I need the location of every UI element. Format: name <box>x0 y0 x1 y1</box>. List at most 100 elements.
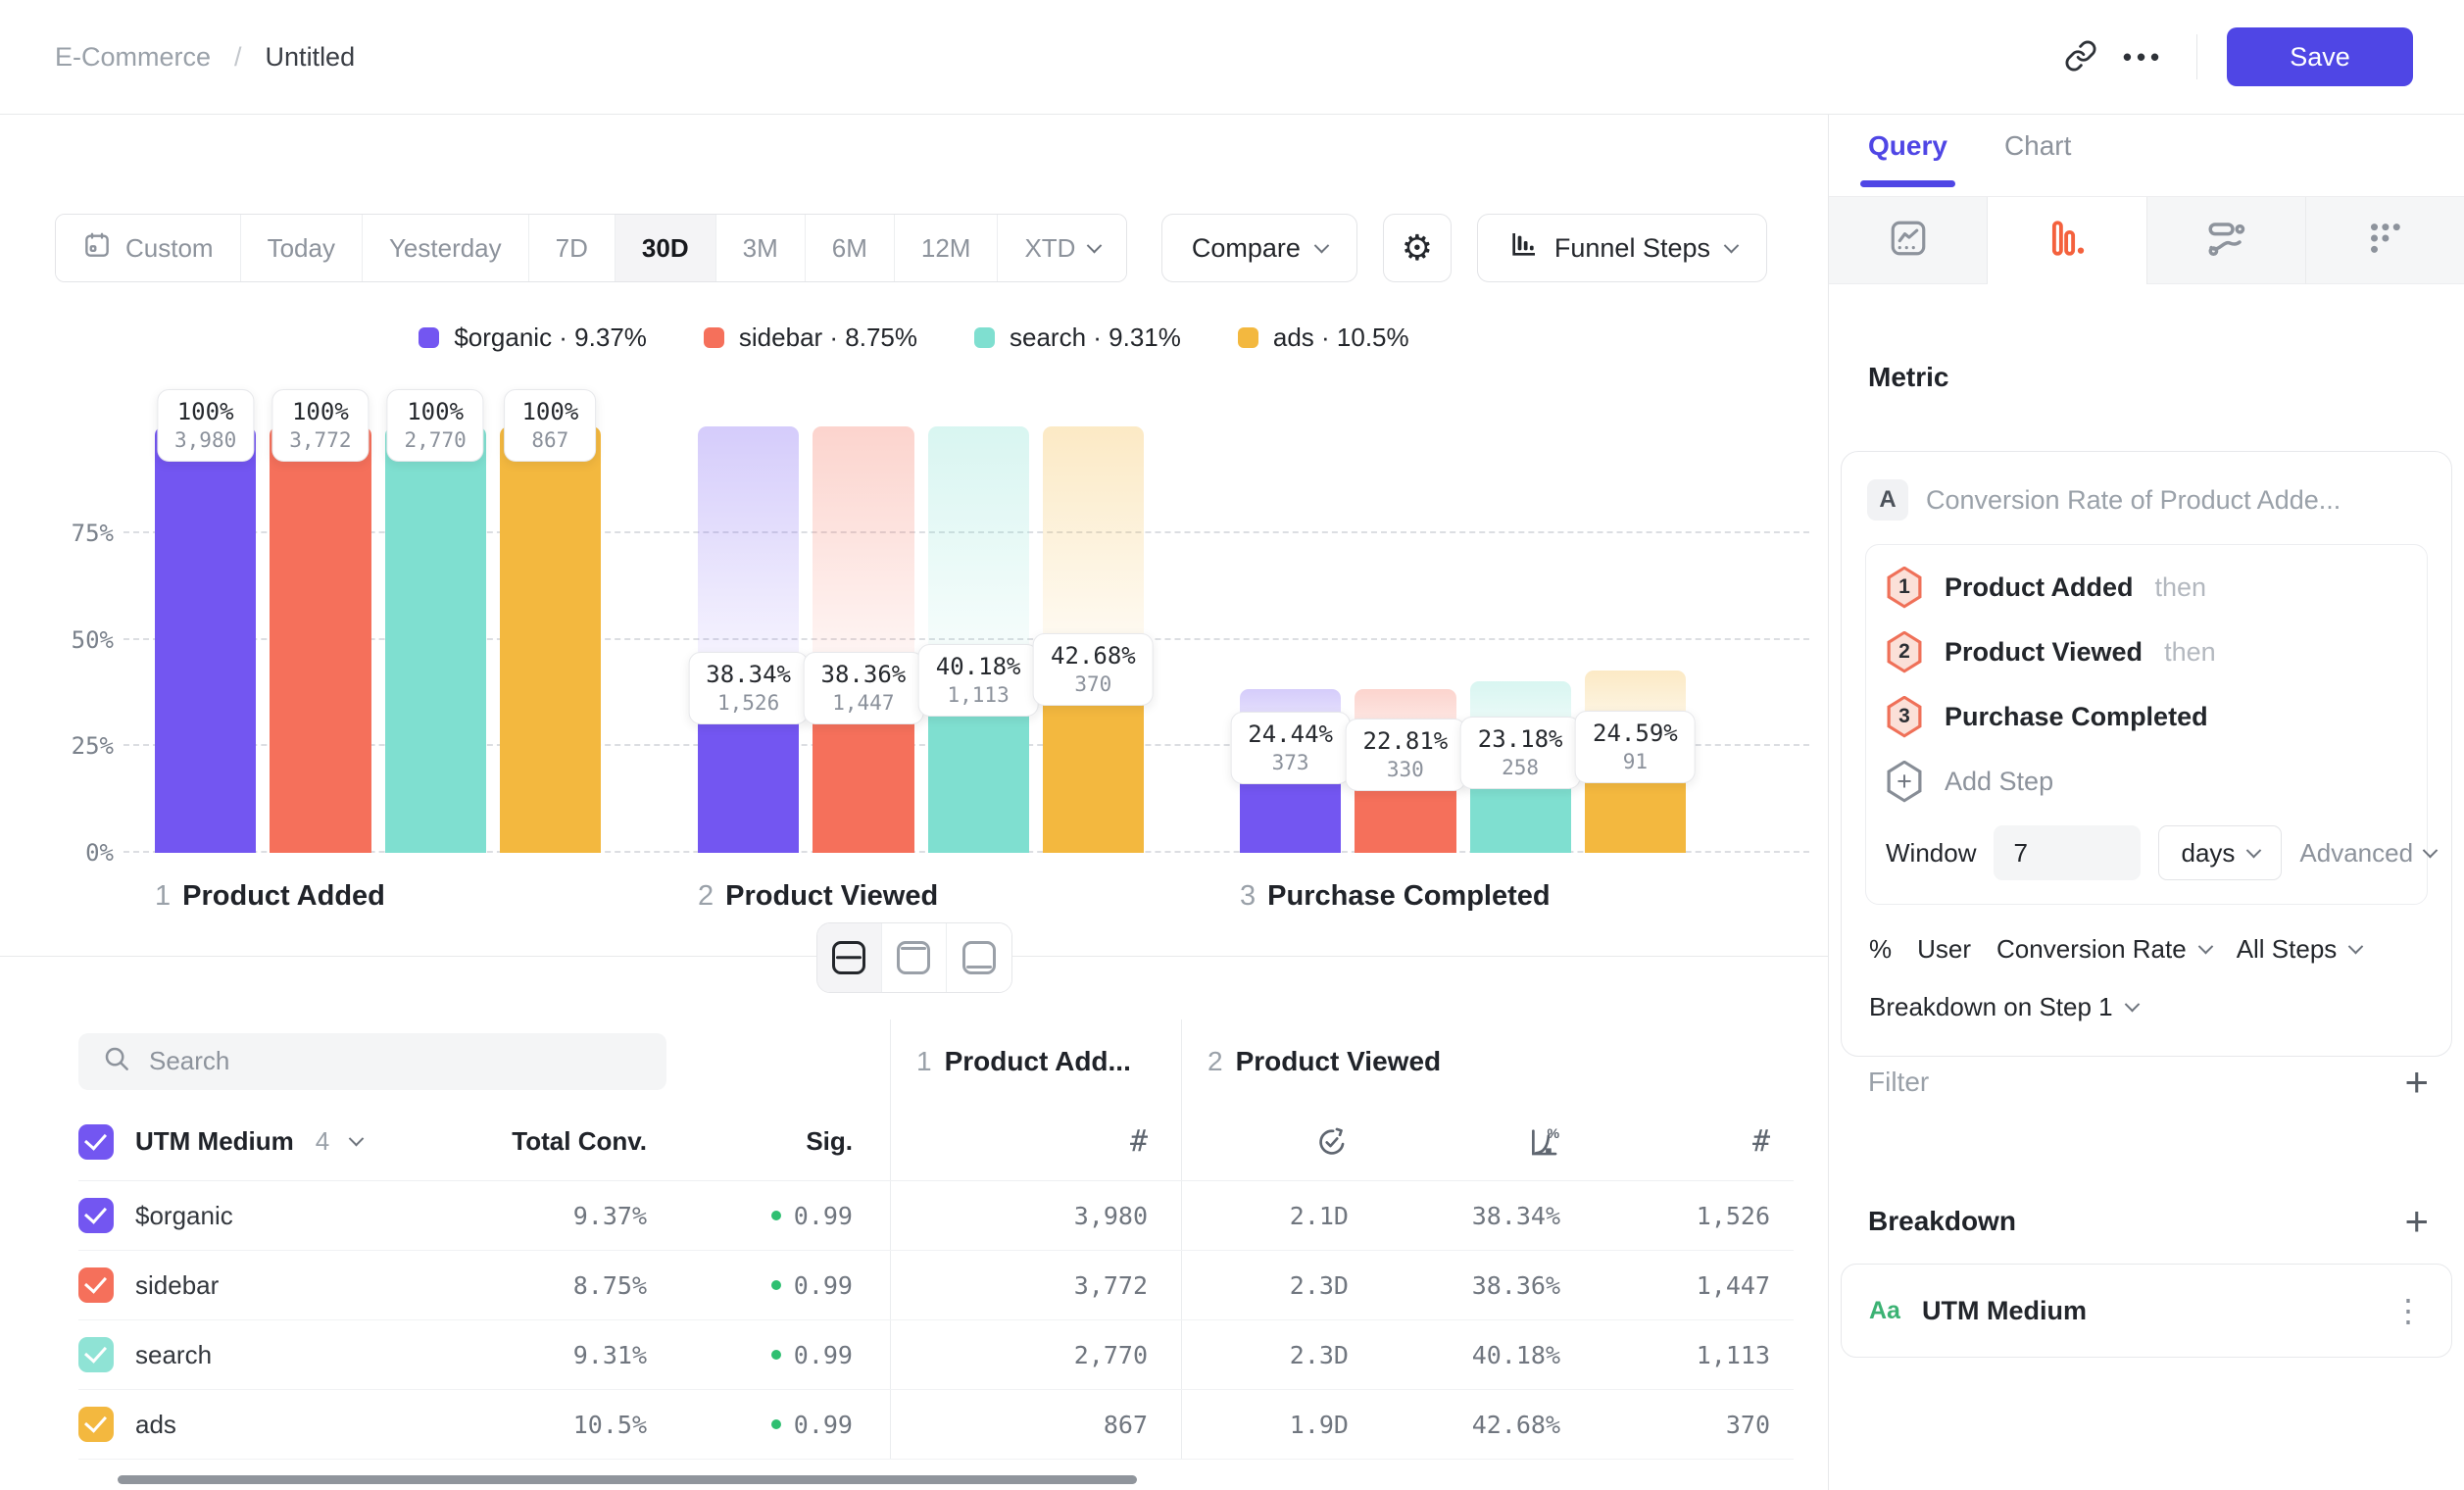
count-column-icon[interactable]: # <box>890 1103 1181 1180</box>
row-step1-count: 3,980 <box>890 1181 1181 1250</box>
breadcrumb-parent[interactable]: E-Commerce <box>55 42 211 73</box>
legend-label: $organic · 9.37% <box>454 323 647 353</box>
conv-rate-column-icon[interactable]: % <box>1372 1103 1588 1180</box>
funnel-bar-search[interactable]: 40.18%1,113 <box>928 422 1029 853</box>
measure-scope-select[interactable]: All Steps <box>2237 934 2362 965</box>
funnel-bar-search[interactable]: 23.18%258 <box>1470 422 1571 853</box>
compare-button[interactable]: Compare <box>1161 214 1357 282</box>
funnel-bar-ads[interactable]: 100%867 <box>500 422 601 853</box>
share-link-button[interactable] <box>2049 25 2112 88</box>
layout-toggle <box>816 922 1012 993</box>
row-checkbox[interactable] <box>78 1267 114 1303</box>
tab-chart[interactable]: Chart <box>2004 130 2071 187</box>
row-checkbox[interactable] <box>78 1337 114 1372</box>
funnel-bar-organic[interactable]: 24.44%373 <box>1240 422 1341 853</box>
chart-type-funnel[interactable] <box>1988 197 2146 284</box>
window-value-input[interactable] <box>1994 825 2141 880</box>
table-row-ads[interactable]: ads10.5%0.998671.9D42.68%370 <box>78 1390 1794 1460</box>
range-xtd[interactable]: XTD <box>998 215 1126 281</box>
table-row-sidebar[interactable]: sidebar8.75%0.993,7722.3D38.36%1,447 <box>78 1251 1794 1320</box>
metric-step-2[interactable]: 2Product Viewedthen <box>1886 620 2407 684</box>
chart-settings-button[interactable]: ⚙ <box>1383 214 1452 282</box>
range-30d[interactable]: 30D <box>616 215 716 281</box>
row-checkbox[interactable] <box>78 1198 114 1233</box>
tab-query[interactable]: Query <box>1868 130 1947 187</box>
table-row-organic[interactable]: $organic9.37%0.993,9802.1D38.34%1,526 <box>78 1181 1794 1251</box>
add-breakdown-button[interactable]: + <box>2404 1201 2429 1242</box>
funnel-bar-sidebar[interactable]: 22.81%330 <box>1355 422 1455 853</box>
sig-column-header[interactable]: Sig. <box>647 1103 890 1180</box>
funnel-bar-ads[interactable]: 42.68%370 <box>1043 422 1144 853</box>
item-menu-icon[interactable]: ⋮ <box>2392 1292 2424 1329</box>
funnel-bar-organic[interactable]: 38.34%1,526 <box>698 422 799 853</box>
breakdown-on-step-select[interactable]: Breakdown on Step 1 <box>1865 965 2428 1044</box>
total-conv-column-header[interactable]: Total Conv. <box>470 1103 647 1180</box>
add-filter-button[interactable]: + <box>2404 1062 2429 1103</box>
breakdown-item-card[interactable]: AaUTM Medium⋮ <box>1841 1264 2452 1358</box>
group-step-label: Product Add... <box>945 1046 1131 1077</box>
legend-label: ads · 10.5% <box>1273 323 1409 353</box>
funnel-bar-sidebar[interactable]: 38.36%1,447 <box>813 422 913 853</box>
range-yesterday[interactable]: Yesterday <box>363 215 529 281</box>
row-checkbox[interactable] <box>78 1407 114 1442</box>
measure-metric-select[interactable]: Conversion Rate <box>1996 934 2211 965</box>
funnel-bar-organic[interactable]: 100%3,980 <box>155 422 256 853</box>
range-custom[interactable]: Custom <box>56 215 241 281</box>
metric-step-1[interactable]: 1Product Addedthen <box>1886 555 2407 620</box>
legend-swatch <box>974 327 995 348</box>
link-icon <box>2064 39 2097 75</box>
chevron-down-icon[interactable] <box>349 1131 365 1147</box>
group-step-number: 1 <box>916 1046 932 1077</box>
more-options-button[interactable]: ••• <box>2112 25 2175 88</box>
avg-time-column-icon[interactable] <box>1181 1103 1372 1180</box>
legend-item-ads[interactable]: ads · 10.5% <box>1238 323 1409 353</box>
horizontal-scrollbar[interactable] <box>118 1475 1137 1484</box>
breakdown-property-label: UTM Medium <box>1922 1296 2087 1326</box>
converted-users-bar <box>270 426 370 853</box>
layout-chart-only-button[interactable] <box>882 923 947 992</box>
metric-card: A Conversion Rate of Product Adde... 1Pr… <box>1841 451 2452 1057</box>
search-input[interactable] <box>149 1046 643 1076</box>
count-column-icon[interactable]: # <box>1588 1103 1794 1180</box>
range-12m[interactable]: 12M <box>895 215 999 281</box>
breakdown-column-label[interactable]: UTM Medium <box>135 1126 294 1157</box>
chart-type-cohort[interactable] <box>2306 197 2464 284</box>
chart-type-flow[interactable] <box>2147 197 2306 284</box>
range-today[interactable]: Today <box>241 215 363 281</box>
legend-item-sidebar[interactable]: sidebar · 8.75% <box>704 323 917 353</box>
funnel-definition-card: 1Product Addedthen2Product Viewedthen3Pu… <box>1865 544 2428 905</box>
search-box[interactable] <box>78 1033 666 1090</box>
funnel-bar-search[interactable]: 100%2,770 <box>385 422 486 853</box>
layout-table-only-button[interactable] <box>947 923 1011 992</box>
chevron-down-icon <box>2197 939 2213 955</box>
advanced-toggle[interactable]: Advanced <box>2299 838 2436 869</box>
legend-item-search[interactable]: search · 9.31% <box>974 323 1181 353</box>
funnel-bar-ads[interactable]: 24.59%91 <box>1585 422 1686 853</box>
save-button[interactable]: Save <box>2227 27 2413 86</box>
breadcrumb-current[interactable]: Untitled <box>266 42 356 73</box>
bar-tooltip: 24.44%373 <box>1230 712 1351 784</box>
add-step-button[interactable]: + Add Step <box>1886 749 2407 814</box>
row-label: search <box>135 1340 212 1370</box>
measure-entity[interactable]: User <box>1917 934 1971 965</box>
layout-split-button[interactable] <box>817 923 882 992</box>
range-3m[interactable]: 3M <box>716 215 806 281</box>
window-unit-select[interactable]: days <box>2158 825 2282 880</box>
range-6m[interactable]: 6M <box>806 215 895 281</box>
metric-step-3[interactable]: 3Purchase Completed <box>1886 684 2407 749</box>
analysis-canvas: CustomTodayYesterday7D30D3M6M12MXTD Comp… <box>0 115 1829 1490</box>
breadcrumb: E-Commerce / Untitled <box>55 42 355 73</box>
bar-tooltip: 23.18%258 <box>1460 717 1581 789</box>
metric-title-row[interactable]: A Conversion Rate of Product Adde... <box>1867 479 2426 521</box>
tab-query-label: Query <box>1868 130 1947 161</box>
legend-item-organic[interactable]: $organic · 9.37% <box>419 323 647 353</box>
tooltip-count: 91 <box>1593 750 1678 773</box>
row-conv-rate: 40.18% <box>1372 1320 1588 1389</box>
range-7d[interactable]: 7D <box>529 215 616 281</box>
funnel-bar-sidebar[interactable]: 100%3,772 <box>270 422 370 853</box>
chart-type-button[interactable]: Funnel Steps <box>1477 214 1767 282</box>
bar-tooltip: 38.36%1,447 <box>804 652 924 724</box>
breakdown-checkbox[interactable] <box>78 1124 114 1160</box>
table-row-search[interactable]: search9.31%0.992,7702.3D40.18%1,113 <box>78 1320 1794 1390</box>
chart-type-trend[interactable] <box>1829 197 1988 284</box>
